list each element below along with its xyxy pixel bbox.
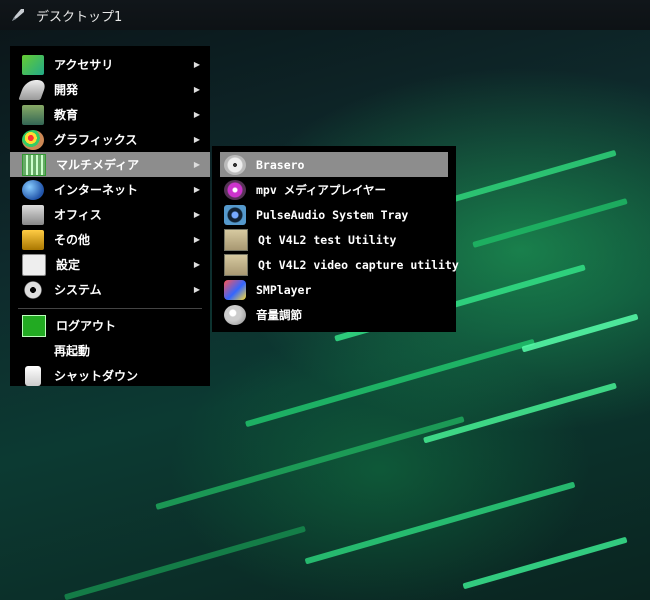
submenu-arrow-icon: ▶ bbox=[193, 235, 200, 244]
submenu-item-4[interactable]: Qt V4L2 video capture utility bbox=[220, 252, 459, 277]
menu-item-1[interactable]: 開発 ▶ bbox=[10, 77, 210, 102]
submenu-item-label: SMPlayer bbox=[256, 282, 312, 297]
submenu-item-label: mpv メディアプレイヤー bbox=[256, 182, 387, 197]
internet-icon bbox=[22, 179, 44, 200]
office-icon bbox=[22, 204, 44, 225]
rocket-icon[interactable] bbox=[7, 4, 29, 26]
menu-item-2[interactable]: 教育 ▶ bbox=[10, 102, 210, 127]
submenu-item-label: 音量調節 bbox=[256, 307, 302, 322]
menu-item-9[interactable]: システム ▶ bbox=[10, 277, 210, 302]
education-icon bbox=[22, 104, 44, 125]
submenu-arrow-icon: ▶ bbox=[193, 185, 200, 194]
session-item-label: 再起動 bbox=[54, 344, 91, 358]
menu-item-label: 開発 bbox=[54, 83, 79, 97]
submenu-item-label: Qt V4L2 test Utility bbox=[258, 232, 397, 247]
qt-v4l2-icon bbox=[224, 228, 248, 251]
settings-icon bbox=[22, 253, 46, 276]
shutdown-icon bbox=[25, 365, 41, 386]
graphics-icon bbox=[22, 129, 44, 150]
menu-item-label: マルチメディア bbox=[56, 158, 140, 172]
submenu-item-1[interactable]: mpv メディアプレイヤー bbox=[220, 177, 448, 202]
menu-item-3[interactable]: グラフィックス ▶ bbox=[10, 127, 210, 152]
desktop-name[interactable]: デスクトップ1 bbox=[36, 6, 122, 25]
menu-item-5[interactable]: インターネット ▶ bbox=[10, 177, 210, 202]
submenu-item-5[interactable]: SMPlayer bbox=[220, 277, 448, 302]
submenu-arrow-icon: ▶ bbox=[193, 60, 200, 69]
development-icon bbox=[18, 79, 48, 100]
session-item-0[interactable]: ログアウト bbox=[10, 313, 210, 338]
menu-item-0[interactable]: アクセサリ ▶ bbox=[10, 52, 210, 77]
menu-item-label: 教育 bbox=[54, 108, 79, 122]
mpv-icon bbox=[224, 179, 246, 200]
brasero-icon bbox=[224, 154, 246, 175]
taskbar: デスクトップ1 bbox=[0, 0, 650, 30]
menu-item-7[interactable]: その他 ▶ bbox=[10, 227, 210, 252]
submenu-arrow-icon: ▶ bbox=[193, 85, 200, 94]
multimedia-icon bbox=[22, 153, 46, 176]
session-item-label: ログアウト bbox=[56, 319, 117, 333]
submenu-item-label: Qt V4L2 video capture utility bbox=[258, 257, 459, 272]
menu-separator bbox=[18, 308, 202, 309]
menu-item-6[interactable]: オフィス ▶ bbox=[10, 202, 210, 227]
multimedia-submenu: Brasero mpv メディアプレイヤー PulseAudio System Tr… bbox=[212, 146, 459, 332]
volume-control-icon bbox=[224, 304, 246, 325]
session-item-2[interactable]: シャットダウン bbox=[10, 363, 210, 388]
blank-icon bbox=[22, 341, 44, 361]
system-icon bbox=[22, 279, 44, 300]
qt-v4l2-capture-icon bbox=[224, 253, 248, 276]
submenu-item-2[interactable]: PulseAudio System Tray bbox=[220, 202, 448, 227]
submenu-item-3[interactable]: Qt V4L2 test Utility bbox=[220, 227, 448, 252]
menu-item-label: システム bbox=[54, 283, 102, 297]
menu-item-label: 設定 bbox=[56, 258, 81, 272]
submenu-item-0[interactable]: Brasero bbox=[220, 152, 448, 177]
session-item-1[interactable]: 再起動 bbox=[10, 338, 210, 363]
other-icon bbox=[22, 229, 44, 250]
submenu-item-6[interactable]: 音量調節 bbox=[220, 302, 448, 327]
application-menu: アクセサリ ▶ 開発 ▶ 教育 ▶ グラフィックス ▶ マルチメディア ▶ インターネット ▶ オフィス… bbox=[10, 46, 210, 386]
submenu-arrow-icon: ▶ bbox=[193, 260, 200, 269]
submenu-item-label: PulseAudio System Tray bbox=[256, 207, 409, 222]
submenu-arrow-icon: ▶ bbox=[193, 285, 200, 294]
menu-item-4[interactable]: マルチメディア ▶ bbox=[10, 152, 210, 177]
logout-icon bbox=[22, 314, 46, 337]
menu-item-label: グラフィックス bbox=[54, 133, 138, 147]
submenu-arrow-icon: ▶ bbox=[193, 160, 200, 169]
session-item-label: シャットダウン bbox=[54, 369, 139, 383]
submenu-arrow-icon: ▶ bbox=[193, 210, 200, 219]
submenu-item-label: Brasero bbox=[256, 157, 305, 172]
menu-item-label: インターネット bbox=[54, 183, 139, 197]
submenu-arrow-icon: ▶ bbox=[193, 135, 200, 144]
menu-item-8[interactable]: 設定 ▶ bbox=[10, 252, 210, 277]
pulseaudio-icon bbox=[224, 204, 246, 225]
menu-item-label: オフィス bbox=[54, 208, 102, 222]
menu-item-label: アクセサリ bbox=[54, 58, 114, 72]
accessories-icon bbox=[22, 54, 44, 75]
smplayer-icon bbox=[224, 279, 246, 300]
menu-item-label: その他 bbox=[54, 233, 91, 247]
submenu-arrow-icon: ▶ bbox=[193, 110, 200, 119]
